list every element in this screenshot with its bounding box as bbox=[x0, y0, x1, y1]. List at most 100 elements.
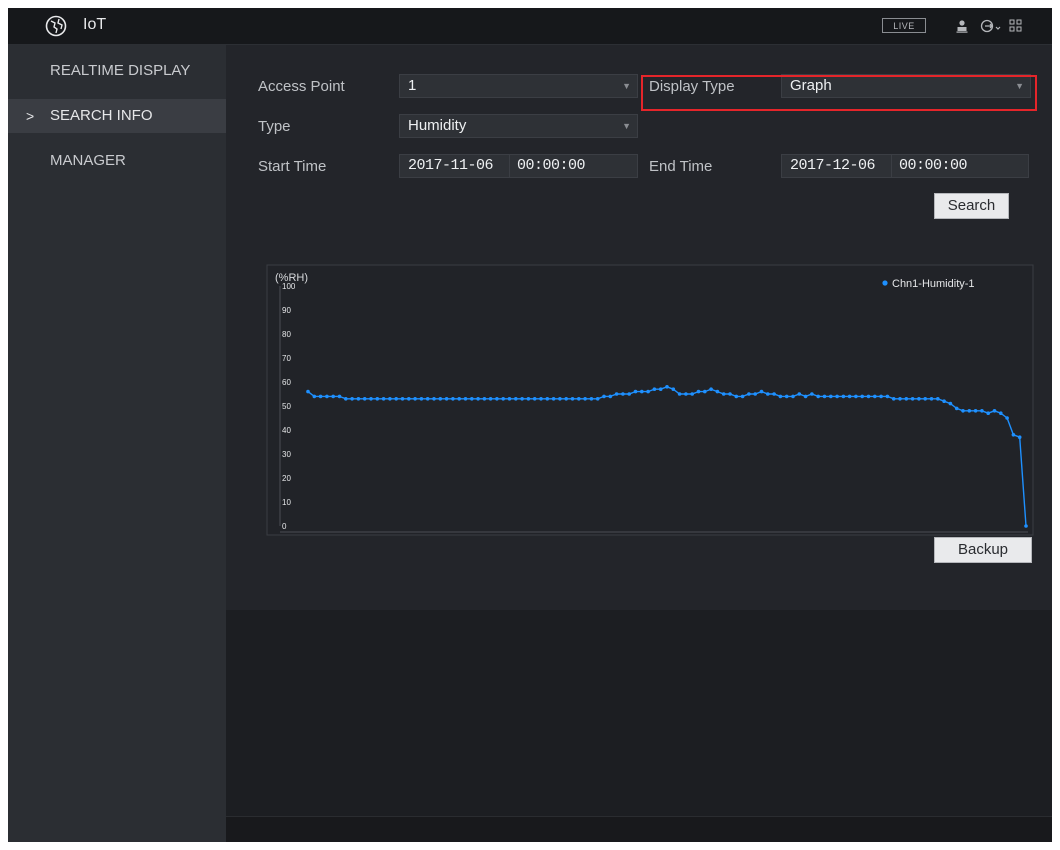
globe-icon bbox=[45, 15, 67, 37]
data-point bbox=[967, 409, 972, 413]
backup-button[interactable]: Backup bbox=[934, 537, 1032, 563]
data-point bbox=[992, 409, 997, 413]
data-point bbox=[923, 397, 927, 401]
access-point-value: 1 bbox=[408, 77, 417, 94]
data-point bbox=[633, 389, 638, 394]
data-point bbox=[696, 389, 701, 394]
data-point bbox=[690, 392, 694, 396]
data-point bbox=[558, 397, 562, 401]
data-point bbox=[564, 397, 568, 401]
start-time-value[interactable]: 00:00:00 bbox=[517, 155, 586, 177]
data-point bbox=[866, 394, 871, 399]
access-point-label: Access Point bbox=[258, 78, 345, 95]
data-point bbox=[677, 392, 682, 396]
search-button[interactable]: Search bbox=[934, 193, 1009, 219]
grid-menu-icon[interactable] bbox=[1008, 18, 1024, 34]
data-point bbox=[520, 397, 524, 401]
data-point bbox=[602, 394, 606, 399]
dropdown-arrow-icon: ▼ bbox=[622, 121, 631, 131]
field-divider bbox=[509, 155, 510, 177]
data-point bbox=[312, 394, 317, 399]
type-select[interactable]: Humidity ▼ bbox=[399, 114, 638, 138]
data-point bbox=[583, 397, 587, 401]
data-point bbox=[936, 397, 940, 401]
data-point bbox=[621, 392, 625, 396]
logout-icon[interactable] bbox=[980, 18, 1002, 34]
legend-marker bbox=[882, 280, 888, 286]
data-point bbox=[350, 397, 354, 401]
data-point bbox=[847, 394, 852, 399]
data-point bbox=[325, 394, 329, 399]
sidebar-item-label: REALTIME DISPLAY bbox=[50, 62, 191, 79]
main-footer bbox=[226, 816, 1052, 842]
data-point bbox=[728, 392, 732, 396]
data-point bbox=[715, 389, 720, 394]
sidebar-item-search-info[interactable]: > SEARCH INFO bbox=[8, 99, 226, 133]
data-point bbox=[394, 397, 398, 401]
data-point bbox=[337, 394, 342, 399]
data-point bbox=[589, 397, 594, 401]
data-point bbox=[658, 387, 663, 391]
data-point bbox=[463, 397, 468, 401]
y-tick-label: 20 bbox=[282, 474, 291, 483]
data-point bbox=[482, 397, 487, 401]
data-point bbox=[595, 397, 600, 401]
data-point bbox=[791, 394, 795, 399]
sidebar-item-realtime-display[interactable]: REALTIME DISPLAY bbox=[8, 54, 226, 88]
data-point bbox=[614, 392, 619, 396]
data-point bbox=[929, 397, 934, 401]
data-point bbox=[671, 387, 676, 391]
y-tick-label: 90 bbox=[282, 306, 291, 315]
display-type-value: Graph bbox=[790, 77, 832, 94]
data-point bbox=[407, 397, 411, 401]
end-time-field[interactable]: 2017-12-06 00:00:00 bbox=[781, 154, 1029, 178]
type-label: Type bbox=[258, 118, 291, 135]
data-point bbox=[1024, 524, 1028, 528]
legend-label: Chn1-Humidity-1 bbox=[892, 278, 975, 290]
data-point bbox=[747, 392, 751, 396]
data-point bbox=[980, 409, 984, 413]
start-date-value[interactable]: 2017-11-06 bbox=[408, 155, 494, 177]
data-point bbox=[570, 397, 575, 401]
data-point bbox=[948, 401, 953, 406]
live-button[interactable]: LIVE bbox=[882, 18, 926, 33]
user-icon[interactable] bbox=[954, 18, 970, 34]
data-point bbox=[577, 397, 581, 401]
end-time-label: End Time bbox=[649, 158, 713, 175]
display-type-select[interactable]: Graph ▼ bbox=[781, 74, 1031, 98]
data-point bbox=[646, 389, 650, 394]
data-point bbox=[778, 394, 783, 399]
data-point bbox=[721, 392, 726, 396]
dropdown-arrow-icon: ▼ bbox=[1015, 81, 1024, 91]
iot-app-window: IoT LIVE REALTIME DISPLAY > SEARCH INFO bbox=[8, 8, 1052, 842]
data-point bbox=[488, 397, 493, 401]
data-point bbox=[999, 411, 1003, 415]
data-point bbox=[772, 392, 776, 396]
data-point bbox=[381, 397, 386, 401]
data-point bbox=[759, 389, 764, 394]
data-point bbox=[539, 397, 543, 401]
data-point bbox=[954, 406, 959, 411]
humidity-chart: (%RH) 0 10 20 30 40 50 60 70 80 90 100 Chn1-Humidity… bbox=[266, 264, 1034, 536]
start-time-field[interactable]: 2017-11-06 00:00:00 bbox=[399, 154, 638, 178]
data-point bbox=[608, 394, 613, 399]
data-point bbox=[344, 397, 348, 401]
end-date-value[interactable]: 2017-12-06 bbox=[790, 155, 876, 177]
y-tick-label: 40 bbox=[282, 426, 291, 435]
sidebar-item-manager[interactable]: MANAGER bbox=[8, 144, 226, 178]
access-point-select[interactable]: 1 ▼ bbox=[399, 74, 638, 98]
data-point bbox=[388, 397, 392, 401]
chevron-right-icon: > bbox=[26, 108, 35, 124]
data-point bbox=[917, 397, 921, 401]
data-point bbox=[507, 397, 512, 401]
data-point bbox=[734, 394, 739, 399]
data-point bbox=[854, 394, 858, 399]
data-point bbox=[766, 392, 770, 396]
y-tick-label: 100 bbox=[282, 282, 296, 291]
sidebar-item-label: SEARCH INFO bbox=[50, 107, 153, 124]
data-point bbox=[910, 397, 915, 401]
data-point bbox=[665, 385, 669, 389]
end-time-value[interactable]: 00:00:00 bbox=[899, 155, 968, 177]
top-bar: IoT LIVE bbox=[8, 8, 1052, 45]
data-point bbox=[369, 397, 373, 401]
